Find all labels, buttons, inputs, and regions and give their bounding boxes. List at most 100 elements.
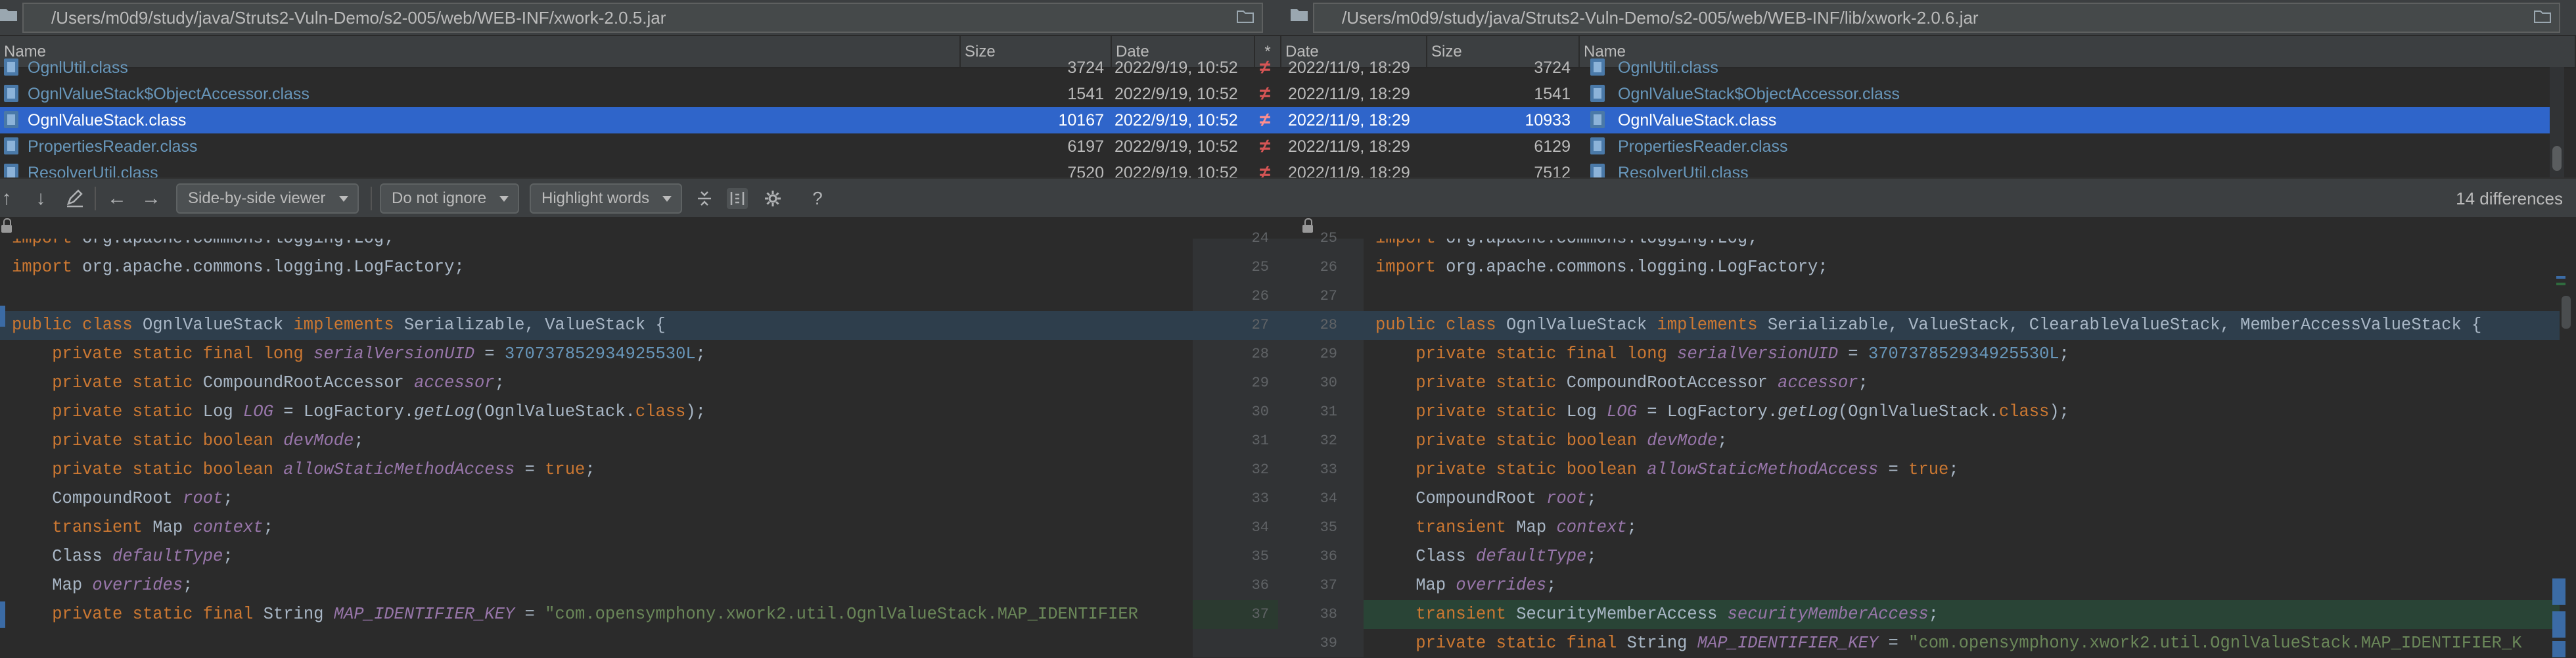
browse-folder-icon[interactable] (2534, 9, 2551, 24)
left-line-number: 27 (1251, 317, 1269, 333)
forward-arrow-icon[interactable]: → (141, 188, 162, 209)
gutter-line: 24 25 (1193, 224, 1364, 253)
code-line: import org.apache.commons.logging.Log; (0, 239, 1193, 253)
left-line-number: 24 (1251, 230, 1269, 247)
gutter-line: 31 32 (1193, 427, 1364, 456)
left-line-number: 32 (1251, 461, 1269, 478)
class-file-icon (1590, 111, 1605, 128)
table-row[interactable]: OgnlUtil.class 3724 2022/9/19, 10:52 2022/1… (0, 55, 2550, 81)
next-difference-icon[interactable]: ↓ (30, 188, 51, 209)
diff-marker (0, 306, 5, 327)
code-line: CompoundRoot root; (0, 484, 1193, 513)
code-line: import org.apache.commons.logging.LogFac… (1364, 253, 2560, 282)
cell-name-right: OgnlValueStack$ObjectAccessor.class (1618, 85, 1900, 103)
code-text: private static Log LOG = LogFactory.getL… (52, 402, 706, 421)
code-text: private static final String MAP_IDENTIFI… (1415, 634, 2522, 653)
path-bar: /Users/m0d9/study/java/Struts2-Vuln-Demo… (0, 0, 2576, 36)
left-code-editor[interactable]: import org.apache.commons.logging.Log; im… (0, 239, 1193, 657)
right-path-field[interactable]: /Users/m0d9/study/java/Struts2-Vuln-Demo… (1313, 3, 2560, 33)
browse-folder-icon[interactable] (1237, 9, 1254, 24)
code-line: private static boolean devMode; (1364, 427, 2560, 456)
code-text: Class defaultType; (1375, 547, 1597, 566)
sync-scroll-icon[interactable] (727, 188, 748, 209)
right-line-number: 25 (1320, 230, 1337, 247)
code-text: CompoundRoot root; (12, 489, 233, 508)
code-text: private static boolean allowStaticMethod… (1415, 460, 1959, 479)
code-text: private static boolean allowStaticMethod… (52, 460, 595, 479)
gear-icon[interactable] (762, 188, 783, 209)
not-equal-icon: ≠ (1259, 109, 1271, 131)
diff-toolbar: ↑ ↓ ← → Side-by-side viewer Do not ignor… (0, 177, 2576, 217)
code-line: private static CompoundRootAccessor acce… (1364, 369, 2560, 398)
not-equal-icon: ≠ (1259, 83, 1271, 105)
gutter-line: 39 (1193, 629, 1364, 658)
code-line: private static Log LOG = LogFactory.getL… (1364, 398, 2560, 427)
ignore-whitespace-dropdown[interactable]: Do not ignore (380, 183, 519, 214)
code-text: private static CompoundRootAccessor acce… (52, 373, 505, 392)
diff-marker (2556, 283, 2565, 285)
cell-name-left: OgnlValueStack.class (28, 111, 187, 129)
left-path-field[interactable]: /Users/m0d9/study/java/Struts2-Vuln-Demo… (22, 3, 1263, 33)
code-text: import org.apache.commons.logging.Log; (1375, 239, 1758, 248)
left-line-number: 30 (1251, 404, 1269, 420)
code-text: CompoundRoot root; (1375, 489, 1597, 508)
toolbar-separator (371, 187, 372, 210)
code-line: transient Map context; (1364, 513, 2560, 542)
code-line: Class defaultType; (1364, 542, 2560, 571)
cell-date-right: 2022/11/9, 18:29 (1288, 85, 1410, 103)
highlight-mode-dropdown[interactable]: Highlight words (530, 183, 682, 214)
diff-marker (0, 601, 5, 628)
right-line-number: 29 (1320, 346, 1337, 362)
help-icon[interactable]: ? (807, 188, 828, 209)
right-line-number: 35 (1320, 519, 1337, 536)
gutter-line: 36 37 (1193, 571, 1364, 600)
left-line-number: 31 (1251, 433, 1269, 449)
class-file-icon (4, 137, 18, 154)
right-code-editor[interactable]: import org.apache.commons.logging.Log; im… (1364, 239, 2560, 657)
file-comparison-table: Name Size Date * Date Size Name OgnlUtil… (0, 36, 2576, 183)
class-file-icon (1590, 137, 1605, 154)
code-line: private static final long serialVersionU… (1364, 340, 2560, 369)
viewer-mode-dropdown[interactable]: Side-by-side viewer (176, 183, 359, 214)
chevron-down-icon (499, 196, 509, 202)
code-line: private static final String MAP_IDENTIFI… (1364, 629, 2560, 657)
class-file-icon (4, 85, 18, 102)
left-path-text: /Users/m0d9/study/java/Struts2-Vuln-Demo… (51, 8, 666, 28)
gutter-line: 29 30 (1193, 369, 1364, 398)
edit-source-icon[interactable] (64, 188, 85, 209)
table-row[interactable]: OgnlValueStack$ObjectAccessor.class 1541 2… (0, 81, 2550, 107)
not-equal-icon: ≠ (1259, 57, 1271, 78)
chevron-down-icon (339, 196, 348, 202)
table-scrollbar-thumb[interactable] (2552, 146, 2562, 171)
right-line-number: 26 (1320, 259, 1337, 275)
diff-marker (2552, 611, 2565, 638)
code-text: import org.apache.commons.logging.LogFac… (12, 258, 465, 277)
code-text: private static CompoundRootAccessor acce… (1415, 373, 1868, 392)
code-text: Map overrides; (1375, 576, 1557, 595)
code-line: private static final String MAP_IDENTIFI… (0, 600, 1193, 629)
left-line-number: 26 (1251, 288, 1269, 304)
cell-name-right: OgnlValueStack.class (1618, 111, 1777, 129)
back-arrow-icon[interactable]: ← (106, 188, 127, 209)
code-text: public class OgnlValueStack implements S… (1375, 316, 2482, 335)
gutter-line: 25 26 (1193, 253, 1364, 282)
code-text: private static final String MAP_IDENTIFI… (52, 605, 1138, 624)
previous-difference-icon[interactable]: ↑ (0, 188, 17, 209)
table-scrollbar[interactable] (2550, 67, 2564, 177)
code-line: private static Log LOG = LogFactory.getL… (0, 398, 1193, 427)
gutter-line: 32 33 (1193, 456, 1364, 484)
table-row[interactable]: PropertiesReader.class 6197 2022/9/19, 10:… (0, 133, 2550, 160)
left-line-number: 35 (1251, 548, 1269, 565)
left-line-number: 33 (1251, 490, 1269, 507)
code-line: public class OgnlValueStack implements S… (0, 311, 1193, 340)
code-text: transient Map context; (52, 518, 273, 537)
lock-icon (1, 218, 12, 233)
table-row[interactable]: OgnlValueStack.class 10167 2022/9/19, 10:5… (0, 107, 2550, 133)
editor-scrollbar-thumb[interactable] (2562, 296, 2571, 329)
cell-name-left: OgnlUtil.class (28, 59, 128, 77)
code-text: public class OgnlValueStack implements S… (12, 316, 666, 335)
collapse-unchanged-icon[interactable] (694, 188, 715, 209)
folder-icon (1291, 9, 1308, 21)
cell-size-left: 1541 (1067, 85, 1104, 103)
